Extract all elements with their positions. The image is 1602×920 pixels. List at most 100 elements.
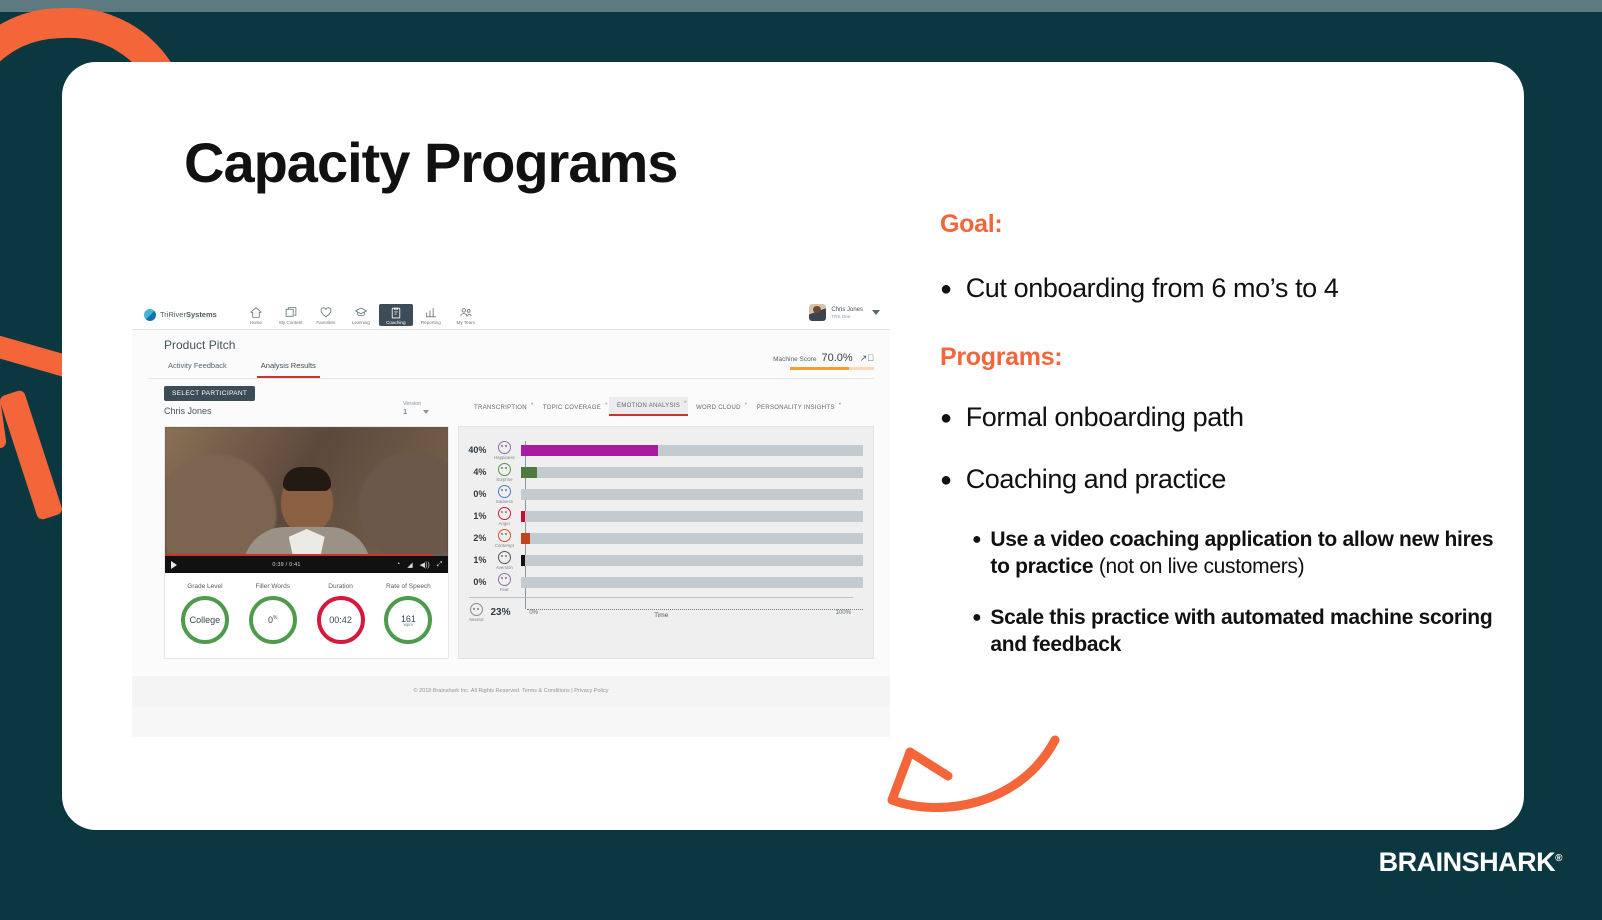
user-name: Chris Jones: [831, 306, 863, 313]
subject-head: [280, 467, 333, 533]
chevron-down-icon[interactable]: [872, 310, 880, 315]
emotion-bar-track: [521, 576, 863, 588]
emotion-icon-group: Contempt: [491, 528, 517, 548]
x-tick-max: 100%: [835, 609, 851, 616]
participant-row: Chris Jones Version 1 TRANSCRIPTION ● TOP…: [148, 397, 874, 416]
sub-bullet-text: Use a video coaching application to allo…: [990, 526, 1500, 580]
embedded-app-screenshot: TriRiverSystems Home My Content Favorite…: [132, 300, 890, 737]
bullet-dot-icon: ●: [940, 407, 952, 429]
emotion-analysis-chart: 40% Happiness 4% Surprise 0% Sadness 1% …: [458, 426, 874, 659]
emotion-name: Contempt: [494, 542, 514, 548]
nav-label: Learning: [351, 319, 370, 325]
info-dot-icon[interactable]: ●: [684, 399, 687, 405]
brand-suffix: Systems: [185, 310, 217, 319]
metrics-row: Grade Level College Filler Words 0% Dura…: [165, 573, 448, 658]
participant-name: Chris Jones: [164, 406, 212, 416]
nav-item-reporting[interactable]: Reporting: [414, 304, 448, 326]
chevron-down-icon[interactable]: [423, 409, 430, 414]
x-axis-tick-labels: 0% 100%: [527, 610, 853, 616]
machine-score-bar-fill: [790, 367, 849, 370]
emotion-value-label: 0%: [473, 489, 487, 499]
select-participant-button[interactable]: SELECT PARTICIPANT: [164, 386, 256, 401]
emotion-icon-group: Fear: [491, 572, 517, 592]
emotion-name: Surprise: [496, 476, 513, 482]
nav-item-coaching[interactable]: Coaching: [378, 303, 413, 326]
neutral-label: Neutral: [469, 617, 484, 622]
emotion-bar-track: [521, 466, 863, 478]
info-dot-icon[interactable]: ●: [838, 401, 841, 407]
emotion-name: Happiness: [493, 454, 515, 460]
tab-emotion-analysis[interactable]: EMOTION ANALYSIS ●: [609, 397, 689, 416]
anger-face-icon: [497, 506, 511, 520]
version-selector[interactable]: Version 1: [403, 401, 430, 416]
nav-item-learning[interactable]: Learning: [344, 304, 378, 326]
tab-label: EMOTION ANALYSIS: [617, 403, 681, 409]
goal-header: Goal:: [940, 210, 1003, 238]
right-content-column: Goal: ● Cut onboarding from 6 mo’s to 4 …: [940, 210, 1500, 682]
machine-score-label: Machine Score: [773, 356, 817, 363]
emotion-name: Aversion: [495, 564, 513, 570]
bar-chart-icon: [425, 307, 436, 317]
emotion-value-label: 1%: [473, 511, 487, 521]
open-external-icon[interactable]: ↗​⃞: [860, 353, 874, 364]
brainshark-logo: BRAINSHARK®: [1379, 847, 1563, 878]
slide-card: Capacity Programs Goal: ● Cut onboarding…: [62, 62, 1524, 830]
info-dot-icon[interactable]: ●: [744, 401, 747, 407]
brand-prefix: TriRiver: [160, 310, 186, 319]
metric-ring-green: College: [180, 596, 229, 644]
nav-item-favorites[interactable]: Favorites: [309, 304, 343, 326]
subject-hair: [282, 467, 331, 491]
emotion-row-contempt: 2% Contempt: [463, 527, 863, 549]
metric-value: 00:42: [329, 615, 352, 625]
tab-topic-coverage[interactable]: TOPIC COVERAGE ●: [535, 399, 609, 416]
emotion-value-label: 0%: [473, 577, 487, 587]
app-brand: TriRiverSystems: [144, 308, 217, 321]
bullet-dot-icon: ●: [972, 531, 982, 548]
machine-score: Machine Score 70.0% ↗​⃞: [773, 352, 874, 370]
tab-personality-insights[interactable]: PERSONALITY INSIGHTS ●: [749, 399, 843, 416]
tab-analysis-results[interactable]: Analysis Results: [256, 356, 320, 378]
info-dot-icon[interactable]: ●: [605, 401, 608, 407]
metric-label: Rate of Speech: [385, 583, 431, 590]
program-bullet-text: Formal onboarding path: [965, 402, 1244, 432]
video-controls: 0:39 / 0:41 ◔ ◢ ◀)) ⤢: [165, 556, 449, 573]
tab-word-cloud[interactable]: WORD CLOUD ●: [688, 399, 749, 416]
app-global-nav: TriRiverSystems Home My Content Favorite…: [132, 300, 890, 330]
nav-item-my-content[interactable]: My Content: [274, 304, 308, 326]
video-player[interactable]: 0:39 / 0:41 ◔ ◢ ◀)) ⤢: [165, 427, 449, 573]
info-dot-icon[interactable]: ●: [531, 401, 534, 407]
nav-item-my-team[interactable]: My Team: [449, 304, 483, 326]
quality-icon[interactable]: ◢: [407, 561, 412, 569]
emotion-icon-group: Happiness: [491, 440, 517, 460]
aversion-face-icon: [497, 550, 511, 564]
app-footer: © 2018 Brainshark Inc. All Rights Reserv…: [132, 676, 890, 706]
callout-arrow-icon: [887, 735, 1060, 812]
nav-label: My Content: [279, 319, 303, 325]
emotion-bar-track: [521, 554, 863, 566]
page-title: Capacity Programs: [184, 131, 678, 194]
tab-transcription[interactable]: TRANSCRIPTION ●: [466, 399, 535, 416]
nav-label: Coaching: [386, 319, 406, 325]
tab-activity-feedback[interactable]: Activity Feedback: [164, 356, 231, 378]
play-icon[interactable]: [171, 560, 177, 569]
emotion-icon-group: Surprise: [491, 462, 517, 482]
tab-label: TOPIC COVERAGE: [542, 405, 602, 411]
people-icon: [460, 307, 472, 316]
nav-label: My Team: [456, 319, 476, 325]
metric-grade-level: Grade Level College: [180, 583, 229, 644]
emotion-bar-track: [521, 532, 863, 544]
volume-icon[interactable]: ◀)): [420, 561, 430, 569]
speed-icon[interactable]: ◔: [396, 561, 400, 568]
fullscreen-icon[interactable]: ⤢: [437, 561, 443, 569]
emotion-bar-track: [521, 444, 863, 456]
emotion-row-anger: 1% Anger: [463, 505, 863, 527]
metric-rate-of-speech: Rate of Speech 161 wpm: [384, 583, 433, 644]
emotion-row-happiness: 40% Happiness: [463, 439, 863, 461]
decorative-brush-stroke-3: [0, 389, 64, 521]
trademark-mark: ®: [1555, 853, 1562, 864]
tab-label: TRANSCRIPTION: [474, 405, 527, 411]
nav-item-home[interactable]: Home: [239, 304, 273, 326]
fear-face-icon: [497, 572, 511, 586]
top-band: [0, 0, 1602, 12]
user-menu[interactable]: Chris Jones TRS One: [809, 304, 880, 321]
